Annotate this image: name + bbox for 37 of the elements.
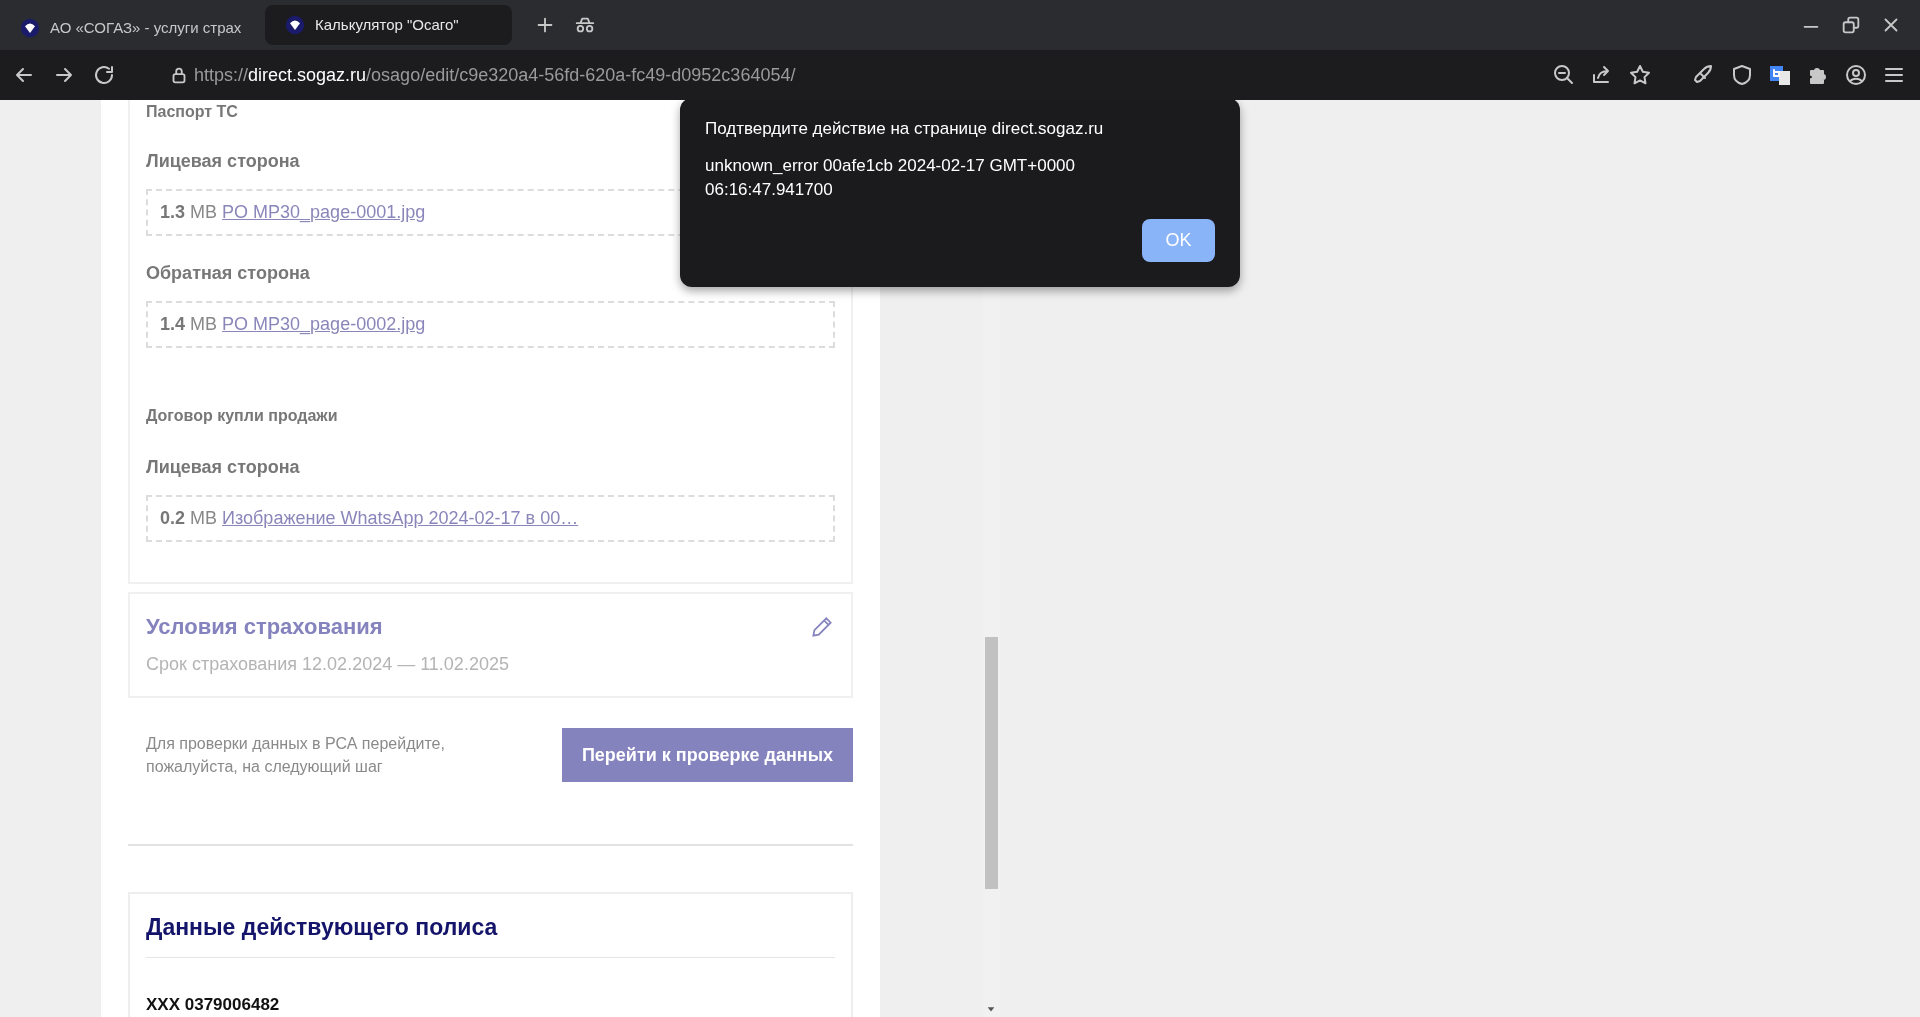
card-title: Данные действующего полиса [146, 910, 835, 958]
scrollbar-thumb[interactable] [985, 637, 998, 889]
side-label: Обратная сторона [146, 262, 310, 285]
star-icon[interactable] [1628, 63, 1652, 87]
file-size: 1.3 [160, 202, 186, 222]
file-link[interactable]: PO MP30_page-0002.jpg [222, 314, 426, 334]
address-bar[interactable]: https://direct.sogaz.ru/osago/edit/c9e320a4-56fd-620a-fc49-d0952c364054/ [194, 61, 796, 89]
translate-icon[interactable] [1768, 63, 1792, 87]
dialog-title: Подтвердите действие на странице direct.sogaz.ru [705, 118, 1105, 140]
size-unit: MB [190, 508, 218, 528]
side-label: Лицевая сторона [146, 150, 300, 173]
hint-text: Для проверки данных в РСА перейдите, пожалуйста, на следующий шаг [146, 733, 446, 777]
insurance-period: Срок страхования 12.02.2024 — 11.02.2025 [146, 653, 509, 676]
shield-icon[interactable] [1730, 63, 1754, 87]
reload-icon[interactable] [92, 63, 116, 87]
file-link[interactable]: Изображение WhatsApp 2024-02-17 в 00… [222, 508, 579, 528]
restore-icon[interactable] [1840, 14, 1862, 36]
file-size: 0.2 [160, 508, 186, 528]
zoom-out-icon[interactable] [1552, 63, 1576, 87]
account-icon[interactable] [1844, 63, 1868, 87]
site-logo-icon [285, 15, 305, 35]
file-size: 1.4 [160, 314, 186, 334]
browser-tab[interactable]: Калькулятор "Осаго" [265, 5, 512, 45]
policy-number: XXX 0379006482 [146, 993, 281, 1016]
section-title: Договор купли продажи [146, 406, 338, 426]
section-title: Паспорт ТС [146, 102, 238, 122]
browser-tab[interactable]: АО «СОГАЗ» - услуги страх [0, 8, 262, 48]
size-unit: MB [190, 202, 218, 222]
file-link[interactable]: PO MP30_page-0001.jpg [222, 202, 426, 222]
scroll-down-icon[interactable] [986, 1004, 996, 1014]
next-step-button[interactable]: Перейти к проверке данных [562, 728, 853, 782]
dialog-message: unknown_error 00afe1cb 2024-02-17 GMT+0000 06:16:47.941700 [705, 154, 1076, 202]
ok-button[interactable]: OK [1142, 218, 1215, 262]
card-title: Условия страхования [146, 613, 383, 641]
size-unit: MB [190, 314, 218, 334]
side-label: Лицевая сторона [146, 456, 300, 479]
site-logo-icon [20, 18, 40, 38]
